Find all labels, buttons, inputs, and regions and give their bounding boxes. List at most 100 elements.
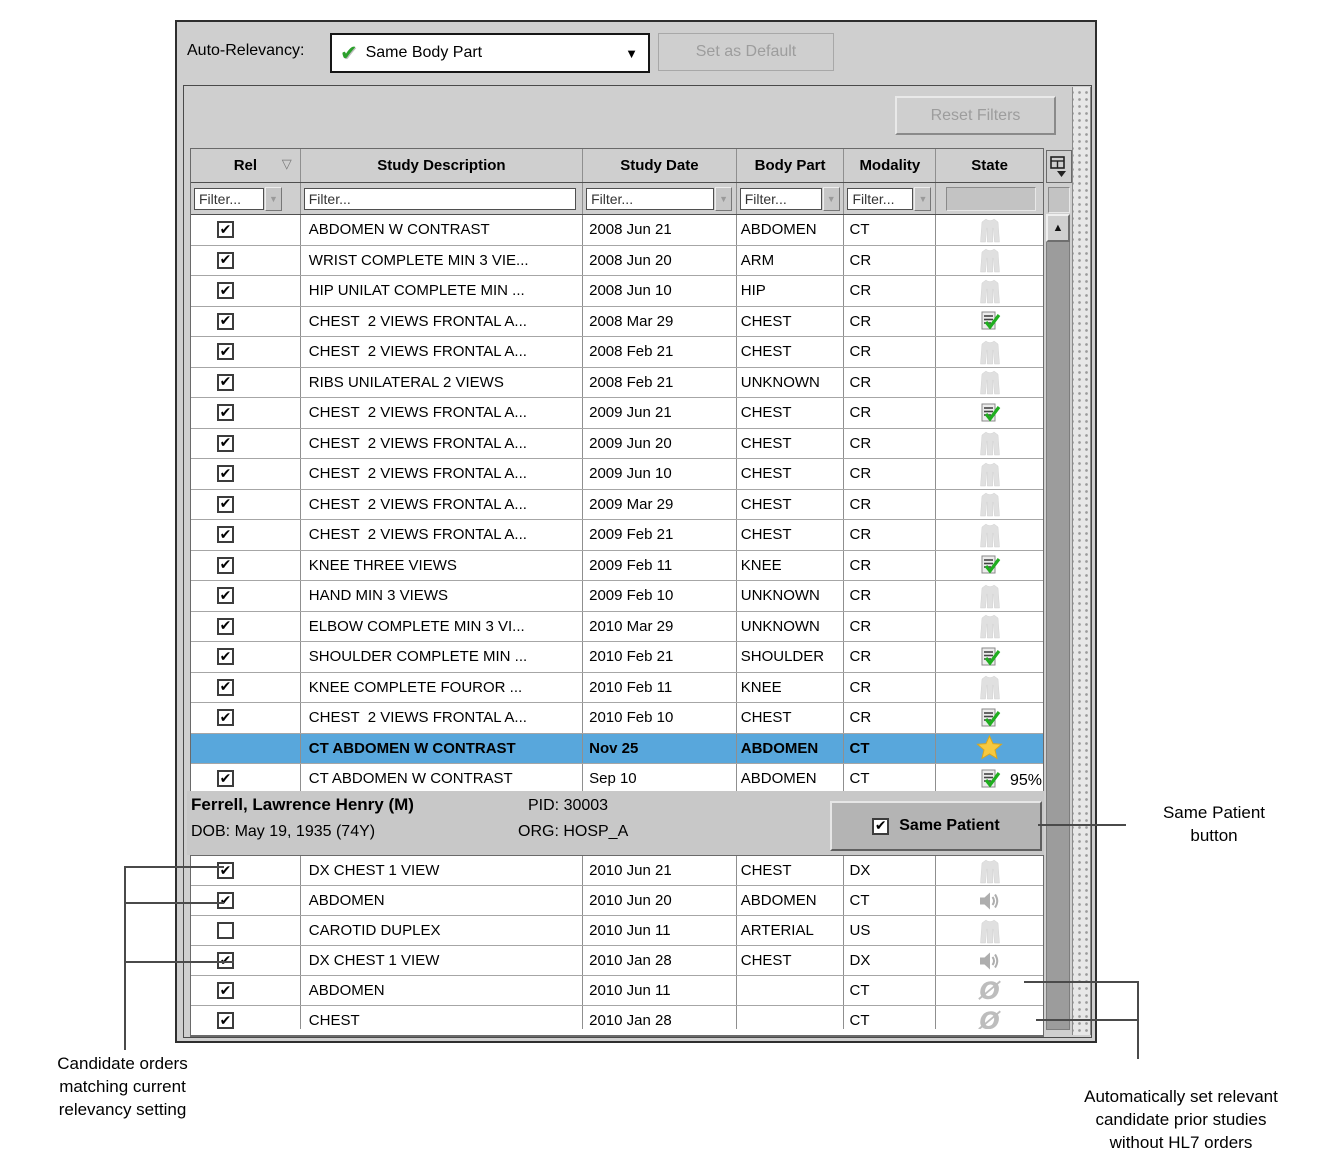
- relevancy-checkbox[interactable]: ✔: [217, 862, 234, 879]
- relevancy-checkbox[interactable]: ✔: [217, 465, 234, 482]
- study-state: [936, 246, 1043, 276]
- study-date: 2010 Feb 10: [583, 703, 737, 733]
- study-row[interactable]: ✔ CT ABDOMEN W CONTRAST Sep 10 ABDOMEN C…: [191, 764, 1043, 795]
- relevancy-checkbox[interactable]: ✔: [217, 648, 234, 665]
- study-row[interactable]: ✔ CHEST 2 VIEWS FRONTAL A... 2008 Feb 21…: [191, 337, 1043, 368]
- scroll-up-button[interactable]: ▲: [1046, 214, 1070, 242]
- study-state: [936, 946, 1043, 975]
- relevancy-checkbox[interactable]: ✔: [217, 709, 234, 726]
- relevancy-checkbox[interactable]: ✔: [217, 1012, 234, 1029]
- study-row[interactable]: ✔ CHEST 2 VIEWS FRONTAL A... 2009 Feb 21…: [191, 520, 1043, 551]
- relevancy-checkbox[interactable]: ✔: [217, 252, 234, 269]
- study-description: CAROTID DUPLEX: [301, 916, 583, 945]
- relevancy-checkbox[interactable]: ✔: [217, 679, 234, 696]
- relevancy-checkbox[interactable]: ✔: [217, 221, 234, 238]
- study-row[interactable]: ✔ ABDOMEN 2010 Jun 20 ABDOMEN CT: [191, 886, 1043, 916]
- order-verified-icon: [979, 707, 1001, 729]
- relevancy-checkbox[interactable]: ✔: [217, 404, 234, 421]
- col-header-bodypart[interactable]: Body Part: [737, 149, 845, 182]
- study-row[interactable]: ✔ DX CHEST 1 VIEW 2010 Jan 28 CHEST DX: [191, 946, 1043, 976]
- study-bodypart: CHEST: [737, 307, 845, 337]
- study-bodypart: CHEST: [737, 337, 845, 367]
- auto-relevancy-label: Auto-Relevancy:: [187, 42, 304, 60]
- relevancy-mode-dropdown[interactable]: ✔ Same Body Part ▼: [330, 33, 650, 73]
- candidate-callout-line2: [124, 902, 224, 904]
- study-row[interactable]: ✔ ABDOMEN 2010 Jun 11 CT Ø: [191, 976, 1043, 1006]
- study-row[interactable]: ✔ DX CHEST 1 VIEW 2010 Jun 21 CHEST DX: [191, 856, 1043, 886]
- col-header-date[interactable]: Study Date: [583, 149, 737, 182]
- scrollbar-thumb[interactable]: [1046, 242, 1070, 1030]
- rel-filter-dropdown-icon[interactable]: ▼: [265, 187, 282, 211]
- auto-set-callout-vline: [1137, 981, 1139, 1059]
- study-row[interactable]: ✔ WRIST COMPLETE MIN 3 VIE... 2008 Jun 2…: [191, 246, 1043, 277]
- study-row[interactable]: ✔ CHEST 2 VIEWS FRONTAL A... 2008 Mar 29…: [191, 307, 1043, 338]
- study-row[interactable]: ✔ KNEE COMPLETE FOUROR ... 2010 Feb 11 K…: [191, 673, 1043, 704]
- study-bodypart: ABDOMEN: [737, 764, 845, 794]
- relevancy-checkbox[interactable]: ✔: [217, 374, 234, 391]
- study-row[interactable]: ✔ CHEST 2 VIEWS FRONTAL A... 2009 Jun 10…: [191, 459, 1043, 490]
- relevancy-checkbox[interactable]: ✔: [217, 282, 234, 299]
- study-description: ELBOW COMPLETE MIN 3 VI...: [301, 612, 583, 642]
- same-patient-checkbox[interactable]: ✔: [872, 818, 889, 835]
- col-header-rel[interactable]: Rel ▽: [191, 149, 301, 182]
- study-row[interactable]: ✔ HAND MIN 3 VIEWS 2009 Feb 10 UNKNOWN C…: [191, 581, 1043, 612]
- study-date: 2008 Jun 10: [583, 276, 737, 306]
- modality-filter-input[interactable]: [847, 188, 913, 210]
- relevancy-checkbox[interactable]: ✔: [217, 982, 234, 999]
- column-chooser-button[interactable]: [1046, 150, 1072, 183]
- date-filter-input[interactable]: [586, 188, 714, 210]
- same-patient-callout-line: [1038, 824, 1126, 826]
- reset-filters-button[interactable]: Reset Filters: [895, 96, 1056, 135]
- study-date: 2009 Jun 21: [583, 398, 737, 428]
- study-modality: CR: [844, 642, 936, 672]
- study-bodypart: HIP: [737, 276, 845, 306]
- date-filter-dropdown-icon[interactable]: ▼: [715, 187, 732, 211]
- relevancy-checkbox[interactable]: ✔: [217, 922, 234, 939]
- study-row[interactable]: CT ABDOMEN W CONTRAST Nov 25 ABDOMEN CT: [191, 734, 1043, 765]
- description-filter-input[interactable]: [304, 188, 576, 210]
- modality-filter-dropdown-icon[interactable]: ▼: [914, 187, 931, 211]
- relevancy-checkbox[interactable]: ✔: [217, 343, 234, 360]
- study-row[interactable]: ✔ SHOULDER COMPLETE MIN ... 2010 Feb 21 …: [191, 642, 1043, 673]
- current-study-star-icon: [976, 735, 1003, 761]
- study-state: [936, 276, 1043, 306]
- study-row[interactable]: ✔ CHEST 2 VIEWS FRONTAL A... 2009 Jun 20…: [191, 429, 1043, 460]
- rel-filter-input[interactable]: [194, 188, 264, 210]
- study-date: 2010 Jan 28: [583, 946, 737, 975]
- study-description: ABDOMEN: [301, 976, 583, 1005]
- patient-name: Ferrell, Lawrence Henry (M): [191, 795, 414, 815]
- study-bodypart: UNKNOWN: [737, 612, 845, 642]
- relevancy-checkbox[interactable]: ✔: [217, 892, 234, 909]
- relevancy-checkbox[interactable]: ✔: [217, 770, 234, 787]
- study-row[interactable]: ✔ ABDOMEN W CONTRAST 2008 Jun 21 ABDOMEN…: [191, 215, 1043, 246]
- study-row[interactable]: ✔ CHEST 2 VIEWS FRONTAL A... 2009 Jun 21…: [191, 398, 1043, 429]
- study-state: [936, 459, 1043, 489]
- set-as-default-button[interactable]: Set as Default: [658, 33, 834, 71]
- relevancy-checkbox[interactable]: ✔: [217, 587, 234, 604]
- panel-splitter-handle[interactable]: [1072, 87, 1091, 1035]
- study-row[interactable]: ✔ CHEST 2 VIEWS FRONTAL A... 2010 Feb 10…: [191, 703, 1043, 734]
- study-modality: CR: [844, 246, 936, 276]
- relevancy-checkbox[interactable]: ✔: [217, 557, 234, 574]
- study-description: WRIST COMPLETE MIN 3 VIE...: [301, 246, 583, 276]
- relevancy-checkbox[interactable]: ✔: [217, 496, 234, 513]
- body-part-icon: [979, 247, 1001, 273]
- study-row[interactable]: ✔ CAROTID DUPLEX 2010 Jun 11 ARTERIAL US: [191, 916, 1043, 946]
- col-header-state[interactable]: State: [936, 149, 1043, 182]
- bodypart-filter-dropdown-icon[interactable]: ▼: [823, 187, 840, 211]
- relevancy-checkbox[interactable]: ✔: [217, 618, 234, 635]
- same-patient-button[interactable]: ✔ Same Patient: [830, 801, 1042, 851]
- col-header-description[interactable]: Study Description: [301, 149, 583, 182]
- relevancy-checkbox[interactable]: ✔: [217, 526, 234, 543]
- relevancy-checkbox[interactable]: ✔: [217, 313, 234, 330]
- study-row[interactable]: ✔ HIP UNILAT COMPLETE MIN ... 2008 Jun 1…: [191, 276, 1043, 307]
- study-description: DX CHEST 1 VIEW: [301, 856, 583, 885]
- col-header-modality[interactable]: Modality: [844, 149, 936, 182]
- relevancy-checkbox[interactable]: ✔: [217, 435, 234, 452]
- bodypart-filter-input[interactable]: [740, 188, 822, 210]
- study-row[interactable]: ✔ CHEST 2 VIEWS FRONTAL A... 2009 Mar 29…: [191, 490, 1043, 521]
- study-row[interactable]: ✔ ELBOW COMPLETE MIN 3 VI... 2010 Mar 29…: [191, 612, 1043, 643]
- study-row[interactable]: ✔ RIBS UNILATERAL 2 VIEWS 2008 Feb 21 UN…: [191, 368, 1043, 399]
- study-row[interactable]: ✔ KNEE THREE VIEWS 2009 Feb 11 KNEE CR: [191, 551, 1043, 582]
- study-modality: US: [844, 916, 936, 945]
